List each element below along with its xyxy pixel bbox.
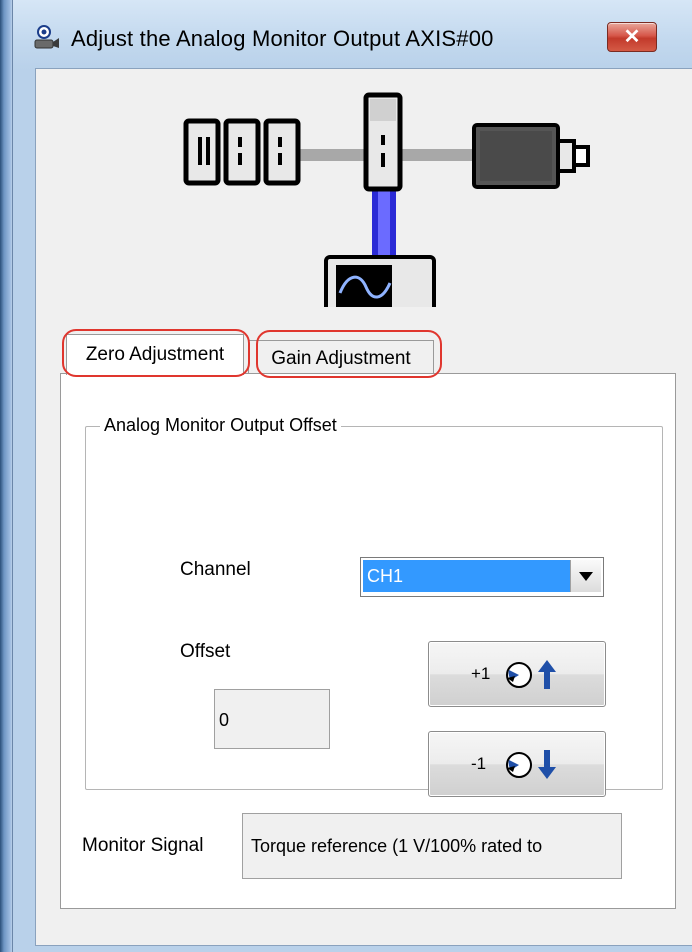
monitor-signal-field: Torque reference (1 V/100% rated to: [242, 813, 622, 879]
offset-label: Offset: [180, 641, 231, 662]
dial-down-arrow-icon: [506, 750, 556, 779]
channel-label: Channel: [180, 559, 251, 580]
window-title: Adjust the Analog Monitor Output AXIS#00: [71, 26, 494, 51]
desktop-edge: [0, 0, 12, 952]
dialog-client-area: Gain Adjustment Zero Adjustment Analog M…: [35, 68, 692, 946]
channel-selected-value: CH1: [363, 560, 571, 592]
controller-module-icon: [263, 118, 301, 186]
controller-module-icon: [183, 118, 221, 186]
controller-module-icon: [223, 118, 261, 186]
chevron-down-icon[interactable]: [570, 560, 601, 592]
tab-zero-adjustment[interactable]: Zero Adjustment: [66, 334, 244, 375]
dial-up-arrow-icon: [506, 660, 556, 689]
offset-value-field: 0: [214, 689, 330, 749]
decrement-label: -1: [471, 754, 487, 773]
decrement-button[interactable]: -1: [428, 731, 606, 797]
servo-drive-icon: [363, 92, 403, 192]
increment-button[interactable]: +1: [428, 641, 606, 707]
offset-group: Analog Monitor Output Offset Channel CH1…: [85, 415, 663, 797]
channel-select[interactable]: CH1: [360, 557, 604, 597]
group-title: Analog Monitor Output Offset: [100, 415, 341, 436]
monitor-signal-label: Monitor Signal: [82, 835, 204, 856]
close-icon: ✕: [623, 26, 641, 48]
close-button[interactable]: ✕: [607, 22, 657, 52]
servo-monitor-icon: [34, 25, 59, 49]
increment-label: +1: [471, 664, 491, 683]
tab-gain-adjustment[interactable]: Gain Adjustment: [248, 340, 434, 375]
oscilloscope-icon: [324, 255, 436, 307]
servo-motor-icon: [472, 123, 590, 189]
servo-system-diagram: [183, 92, 590, 307]
dialog-window: Adjust the Analog Monitor Output AXIS#00…: [12, 0, 692, 952]
